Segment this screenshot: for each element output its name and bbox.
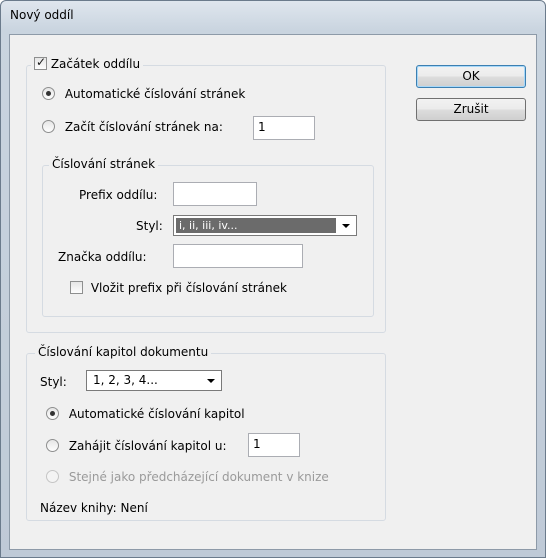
chevron-down-icon [342,224,350,228]
start-chapter-number-field[interactable]: 1 [248,433,300,457]
include-prefix-label: Vložit prefix při číslování stránek [90,281,287,295]
section-start-label: Začátek oddílu [50,57,141,71]
page-numbering-legend: Číslování stránek [49,157,159,171]
start-page-number-field[interactable]: 1 [253,116,315,140]
same-as-previous-radio[interactable] [46,470,59,483]
chapter-style-dropdown[interactable]: 1, 2, 3, 4... [86,370,222,391]
start-chapter-numbering-label: Zahájit číslování kapitol u: [68,439,227,453]
auto-page-numbering-radio[interactable] [42,87,55,100]
auto-page-numbering-option[interactable]: Automatické číslování stránek [42,87,245,101]
chapter-numbering-legend: Číslování kapitol dokumentu [35,345,212,359]
chapter-style-label: Styl: [40,375,67,389]
start-chapter-numbering-radio[interactable] [46,439,59,452]
dialog-window: Nový oddíl Začátek oddílu Automatické čí… [0,0,546,558]
page-style-label: Styl: [136,219,163,233]
auto-chapter-numbering-radio[interactable] [46,407,59,420]
start-chapter-numbering-option[interactable]: Zahájit číslování kapitol u: [46,439,227,453]
page-style-value: i, ii, iii, iv... [176,218,336,233]
section-marker-label: Značka oddílu: [58,250,147,264]
auto-chapter-numbering-label: Automatické číslování kapitol [68,407,245,421]
section-prefix-field[interactable] [173,182,257,206]
start-page-numbering-option[interactable]: Začít číslování stránek na: [42,120,223,134]
book-name-label: Název knihy: Není [40,501,148,515]
page-style-dropdown[interactable]: i, ii, iii, iv... [173,215,357,236]
title-bar: Nový oddíl [1,1,545,33]
start-chapter-number-value: 1 [253,437,261,451]
start-page-number-value: 1 [258,120,266,134]
dialog-body: Začátek oddílu Automatické číslování str… [9,34,537,550]
same-as-previous-option[interactable]: Stejné jako předcházející dokument v kni… [46,470,329,484]
ok-button[interactable]: OK [416,65,526,88]
include-prefix-option[interactable]: Vložit prefix při číslování stránek [70,281,287,295]
section-prefix-label: Prefix oddílu: [79,188,158,202]
chevron-down-icon [207,379,215,383]
chapter-style-value: 1, 2, 3, 4... [93,373,158,387]
section-start-checkbox[interactable] [34,55,47,70]
section-marker-field[interactable] [173,244,303,268]
cancel-button[interactable]: Zrušit [416,98,526,121]
start-page-numbering-label: Začít číslování stránek na: [64,120,223,134]
include-prefix-checkbox[interactable] [70,281,83,294]
auto-page-numbering-label: Automatické číslování stránek [64,87,246,101]
window-title: Nový oddíl [10,8,74,22]
same-as-previous-label: Stejné jako předcházející dokument v kni… [68,470,329,484]
auto-chapter-numbering-option[interactable]: Automatické číslování kapitol [46,407,245,421]
section-start-legend[interactable]: Začátek oddílu [31,55,144,71]
start-page-numbering-radio[interactable] [42,120,55,133]
